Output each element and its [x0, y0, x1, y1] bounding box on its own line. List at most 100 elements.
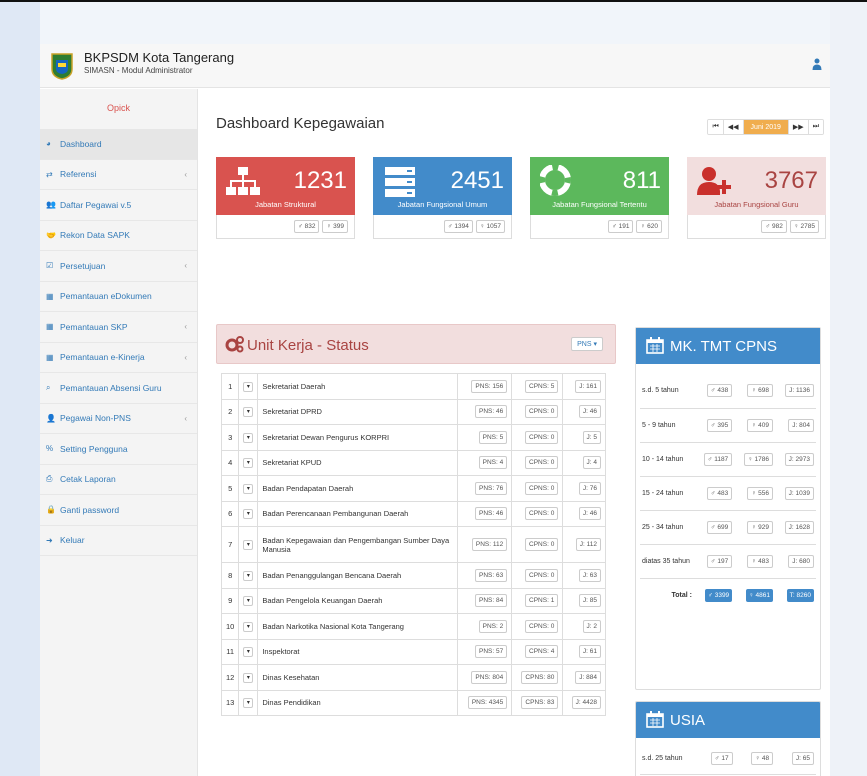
row-expand-toggle[interactable]: ▾	[238, 613, 259, 640]
pns-count: PNS: 112	[471, 538, 508, 551]
caret-down-icon: ▾	[243, 570, 254, 581]
cpns-cell: CPNS: 5	[511, 373, 564, 400]
sidebar-item-daftar-pegawai-v-5[interactable]: 👥 Daftar Pegawai v.5	[40, 190, 197, 221]
female-cell: ♀ 483	[734, 544, 775, 579]
row-expand-toggle[interactable]: ▾	[238, 373, 259, 400]
total-label: Total :	[671, 591, 692, 599]
total-cell: J: 4428	[562, 689, 606, 716]
row-expand-toggle[interactable]: ▾	[238, 424, 259, 451]
sidebar-item-referensi[interactable]: ⇄ Referensi ‹	[40, 160, 197, 190]
total-cell: J: 804	[774, 408, 816, 443]
row-expand-toggle[interactable]: ▾	[238, 500, 259, 527]
sidebar-item-keluar[interactable]: ➜ Keluar	[40, 526, 197, 556]
total-cell: J: 65	[775, 744, 816, 775]
sidebar-item-pemantauan-skp[interactable]: ▦ Pemantauan SKP ‹	[40, 312, 197, 343]
stat-card-fungsional-umum[interactable]: 2451 Jabatan Fungsional Umum ♂ 1394 ♀ 10…	[373, 157, 512, 239]
unit-name: Dinas Pendidikan	[257, 689, 459, 716]
pager-current-period[interactable]: Juni 2019	[743, 120, 789, 134]
sidebar-username[interactable]: Opick	[40, 89, 197, 129]
sidebar-item-label: Daftar Pegawai v.5	[60, 199, 132, 210]
total-cell: J: 2	[562, 613, 606, 640]
row-number: 3	[220, 424, 240, 451]
unit-kerja-panel: Unit Kerja - Status PNS ▾ 1 ▾ Sekretariat …	[216, 324, 616, 776]
stat-value: 811	[622, 167, 661, 194]
unit-kerja-title: Unit Kerja - Status	[247, 337, 369, 354]
sitemap-icon	[226, 167, 260, 195]
pager-last-button[interactable]: ⏭	[808, 120, 823, 134]
total-cell: J: 76	[562, 475, 606, 502]
app-window: BKPSDM Kota Tangerang SIMASN - Modul Adm…	[40, 44, 830, 776]
row-expand-toggle[interactable]: ▾	[238, 638, 259, 665]
sidebar-item-pegawai-non-pns[interactable]: 👤 Pegawai Non-PNS ‹	[40, 404, 197, 434]
male-count: ♂ 1187	[703, 452, 733, 466]
row-expand-toggle[interactable]: ▾	[238, 398, 259, 425]
sidebar-item-pemantauan-absensi-guru[interactable]: ⌕ Pemantauan Absensi Guru	[40, 373, 197, 404]
stat-card-fungsional-guru[interactable]: 3767 Jabatan Fungsional Guru ♂ 982 ♀ 278…	[687, 157, 826, 239]
mk-tmt-title: MK. TMT CPNS	[670, 338, 777, 355]
sidebar-item-label: Keluar	[60, 535, 85, 546]
table-row: 9 ▾ Badan Pengelola Keuangan Daerah PNS: 84…	[220, 587, 606, 614]
row-number: 9	[220, 587, 240, 614]
unit-name: Badan Perencanaan Pembangunan Daerah	[257, 500, 459, 527]
sidebar-item-label: Dashboard	[60, 138, 102, 149]
sidebar-item-persetujuan[interactable]: ☑ Persetujuan ‹	[40, 251, 197, 282]
sidebar-item-pemantauan-edokumen[interactable]: ▦ Pemantauan eDokumen	[40, 282, 197, 312]
cpns-count: CPNS: 5	[525, 379, 559, 393]
male-count: ♂ 395	[706, 418, 733, 432]
total-count: J: 85	[578, 594, 601, 608]
caret-down-icon: ▾	[243, 432, 254, 443]
total-count: J: 4428	[571, 696, 601, 710]
row-expand-toggle[interactable]: ▾	[238, 689, 259, 716]
row-expand-toggle[interactable]: ▾	[238, 449, 259, 476]
female-cell: ♀ 929	[734, 510, 775, 545]
row-expand-toggle[interactable]: ▾	[238, 526, 259, 563]
row-expand-toggle[interactable]: ▾	[238, 562, 259, 589]
cpns-count: CPNS: 0	[525, 568, 559, 582]
male-count: ♂ 438	[706, 384, 733, 398]
pager-first-button[interactable]: ⏮	[708, 120, 724, 134]
cpns-cell: CPNS: 0	[511, 475, 564, 502]
status-filter-dropdown[interactable]: PNS ▾	[571, 337, 603, 351]
lock-icon: 🔒	[46, 505, 56, 515]
pns-count: PNS: 4	[478, 456, 508, 470]
sidebar-item-dashboard[interactable]: ◕ Dashboard	[40, 129, 197, 160]
sidebar-item-label: Ganti password	[60, 504, 120, 515]
unit-name: Badan Penanggulangan Bencana Daerah	[257, 562, 459, 589]
cpns-count: CPNS: 0	[525, 456, 559, 470]
sidebar-item-label: Pemantauan e-Kinerja	[60, 352, 145, 363]
cpns-cell: CPNS: 0	[511, 562, 564, 589]
cpns-cell: CPNS: 0	[511, 500, 564, 527]
stat-card-struktural[interactable]: 1231 Jabatan Struktural ♂ 832 ♀ 399	[216, 157, 355, 239]
sidebar-item-cetak-laporan[interactable]: ⎙ Cetak Laporan	[40, 465, 197, 495]
pager-prev-button[interactable]: ◀◀	[723, 120, 744, 134]
total-count: J: 1628	[784, 520, 814, 534]
stat-value: 1231	[293, 167, 347, 194]
sidebar-item-ganti-password[interactable]: 🔒 Ganti password	[40, 495, 197, 526]
pns-count: PNS: 2	[478, 619, 508, 633]
sidebar-item-setting-pengguna[interactable]: % Setting Pengguna	[40, 434, 197, 465]
total-cell: J: 884	[562, 664, 606, 691]
pager-next-button[interactable]: ▶▶	[788, 120, 809, 134]
stat-footer: ♂ 1394 ♀ 1057	[373, 215, 512, 239]
male-cell: ♂ 699	[694, 510, 735, 545]
sidebar-item-rekon-data-sapk[interactable]: 🤝 Rekon Data SAPK	[40, 221, 197, 251]
table-icon: ▦	[46, 291, 54, 301]
cpns-count: CPNS: 1	[525, 594, 559, 608]
stat-card-fungsional-tertentu[interactable]: 811 Jabatan Fungsional Tertentu ♂ 191 ♀ …	[530, 157, 669, 239]
pns-count: PNS: 57	[475, 645, 508, 659]
row-expand-toggle[interactable]: ▾	[238, 587, 259, 614]
female-count: ♀ 399	[322, 220, 348, 233]
sidebar-item-label: Setting Pengguna	[60, 443, 128, 454]
total-count: J: 804	[788, 418, 814, 432]
cpns-cell: CPNS: 80	[511, 664, 564, 691]
age-label: s.d. 25 tahun	[640, 744, 694, 775]
app-subtitle: SIMASN - Modul Administrator	[84, 66, 193, 75]
male-count: ♂ 191	[607, 220, 634, 233]
row-expand-toggle[interactable]: ▾	[238, 664, 259, 691]
sidebar-item-pemantauan-e-kinerja[interactable]: ▦ Pemantauan e-Kinerja ‹	[40, 343, 197, 373]
pns-cell: PNS: 156	[457, 373, 513, 400]
female-cell: ♀ 698	[734, 374, 775, 409]
row-expand-toggle[interactable]: ▾	[238, 475, 259, 502]
period-pager: ⏮ ◀◀ Juni 2019 ▶▶ ⏭	[707, 119, 824, 135]
user-menu-icon[interactable]	[812, 58, 822, 70]
